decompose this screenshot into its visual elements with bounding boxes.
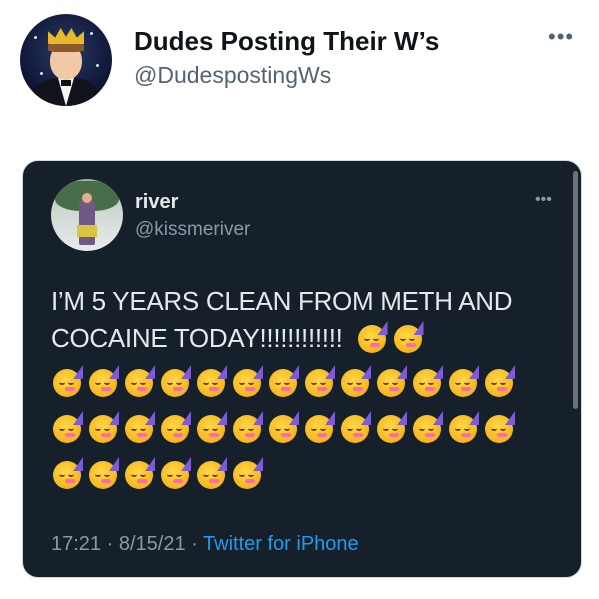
bowtie-icon xyxy=(61,80,71,86)
partying-face-emoji xyxy=(483,365,515,397)
avatar-head xyxy=(82,193,92,203)
partying-face-emoji xyxy=(411,411,443,443)
emoji-row xyxy=(51,457,263,489)
partying-face-emoji xyxy=(51,365,83,397)
partying-face-emoji xyxy=(123,365,155,397)
star-decoration xyxy=(90,32,93,35)
partying-face-emoji xyxy=(159,457,191,489)
tweet-date[interactable]: 8/15/21 xyxy=(119,533,186,555)
partying-face-emoji xyxy=(356,321,388,353)
partying-face-emoji xyxy=(195,457,227,489)
partying-face-emoji xyxy=(231,365,263,397)
avatar-skirt xyxy=(77,225,97,237)
partying-face-emoji xyxy=(87,365,119,397)
partying-face-emoji xyxy=(159,365,191,397)
retweeter-avatar[interactable] xyxy=(20,14,112,106)
partying-face-emoji xyxy=(483,411,515,443)
tweet-text: I’M 5 YEARS CLEAN FROM METH AND COCAINE … xyxy=(51,283,561,357)
partying-face-emoji xyxy=(231,411,263,443)
partying-face-emoji xyxy=(447,365,479,397)
partying-face-emoji xyxy=(51,457,83,489)
tweet-time[interactable]: 17:21 xyxy=(51,533,101,555)
emoji-inline-group xyxy=(356,321,424,353)
partying-face-emoji xyxy=(267,365,299,397)
partying-face-emoji xyxy=(392,321,424,353)
avatar-person xyxy=(79,199,95,245)
partying-face-emoji xyxy=(303,365,335,397)
partying-face-emoji xyxy=(231,457,263,489)
author-handle[interactable]: @kissmeriver xyxy=(135,219,250,241)
retweeter-handle[interactable]: @DudespostingWs xyxy=(134,62,331,89)
partying-face-emoji xyxy=(303,411,335,443)
partying-face-emoji xyxy=(195,365,227,397)
partying-face-emoji xyxy=(375,411,407,443)
emoji-row xyxy=(51,365,515,397)
partying-face-emoji xyxy=(87,457,119,489)
partying-face-emoji xyxy=(267,411,299,443)
tweet-meta: 17:21 · 8/15/21 · Twitter for iPhone xyxy=(51,533,359,556)
partying-face-emoji xyxy=(123,457,155,489)
more-options-icon[interactable]: ••• xyxy=(535,191,552,209)
partying-face-emoji xyxy=(447,411,479,443)
partying-face-emoji xyxy=(411,365,443,397)
emoji-row xyxy=(51,411,515,443)
retweeter-display-name[interactable]: Dudes Posting Their W’s xyxy=(134,26,439,57)
partying-face-emoji xyxy=(87,411,119,443)
star-decoration xyxy=(40,72,43,75)
scrollbar[interactable] xyxy=(573,171,578,409)
embedded-tweet-card[interactable]: river @kissmeriver ••• I’M 5 YEARS CLEAN… xyxy=(22,160,582,578)
star-decoration xyxy=(96,64,99,67)
partying-face-emoji xyxy=(123,411,155,443)
crown-icon xyxy=(48,28,84,44)
partying-face-emoji xyxy=(339,411,371,443)
partying-face-emoji xyxy=(195,411,227,443)
partying-face-emoji xyxy=(375,365,407,397)
partying-face-emoji xyxy=(159,411,191,443)
author-avatar[interactable] xyxy=(51,179,123,251)
meta-separator: · xyxy=(106,533,114,555)
partying-face-emoji xyxy=(339,365,371,397)
partying-face-emoji xyxy=(51,411,83,443)
meta-separator: · xyxy=(191,533,198,555)
author-name[interactable]: river xyxy=(135,191,178,214)
more-options-icon[interactable]: ••• xyxy=(548,24,574,50)
tweet-body: I’M 5 YEARS CLEAN FROM METH AND COCAINE … xyxy=(51,286,513,353)
tweet-source-link[interactable]: Twitter for iPhone xyxy=(203,533,359,555)
star-decoration xyxy=(34,36,37,39)
